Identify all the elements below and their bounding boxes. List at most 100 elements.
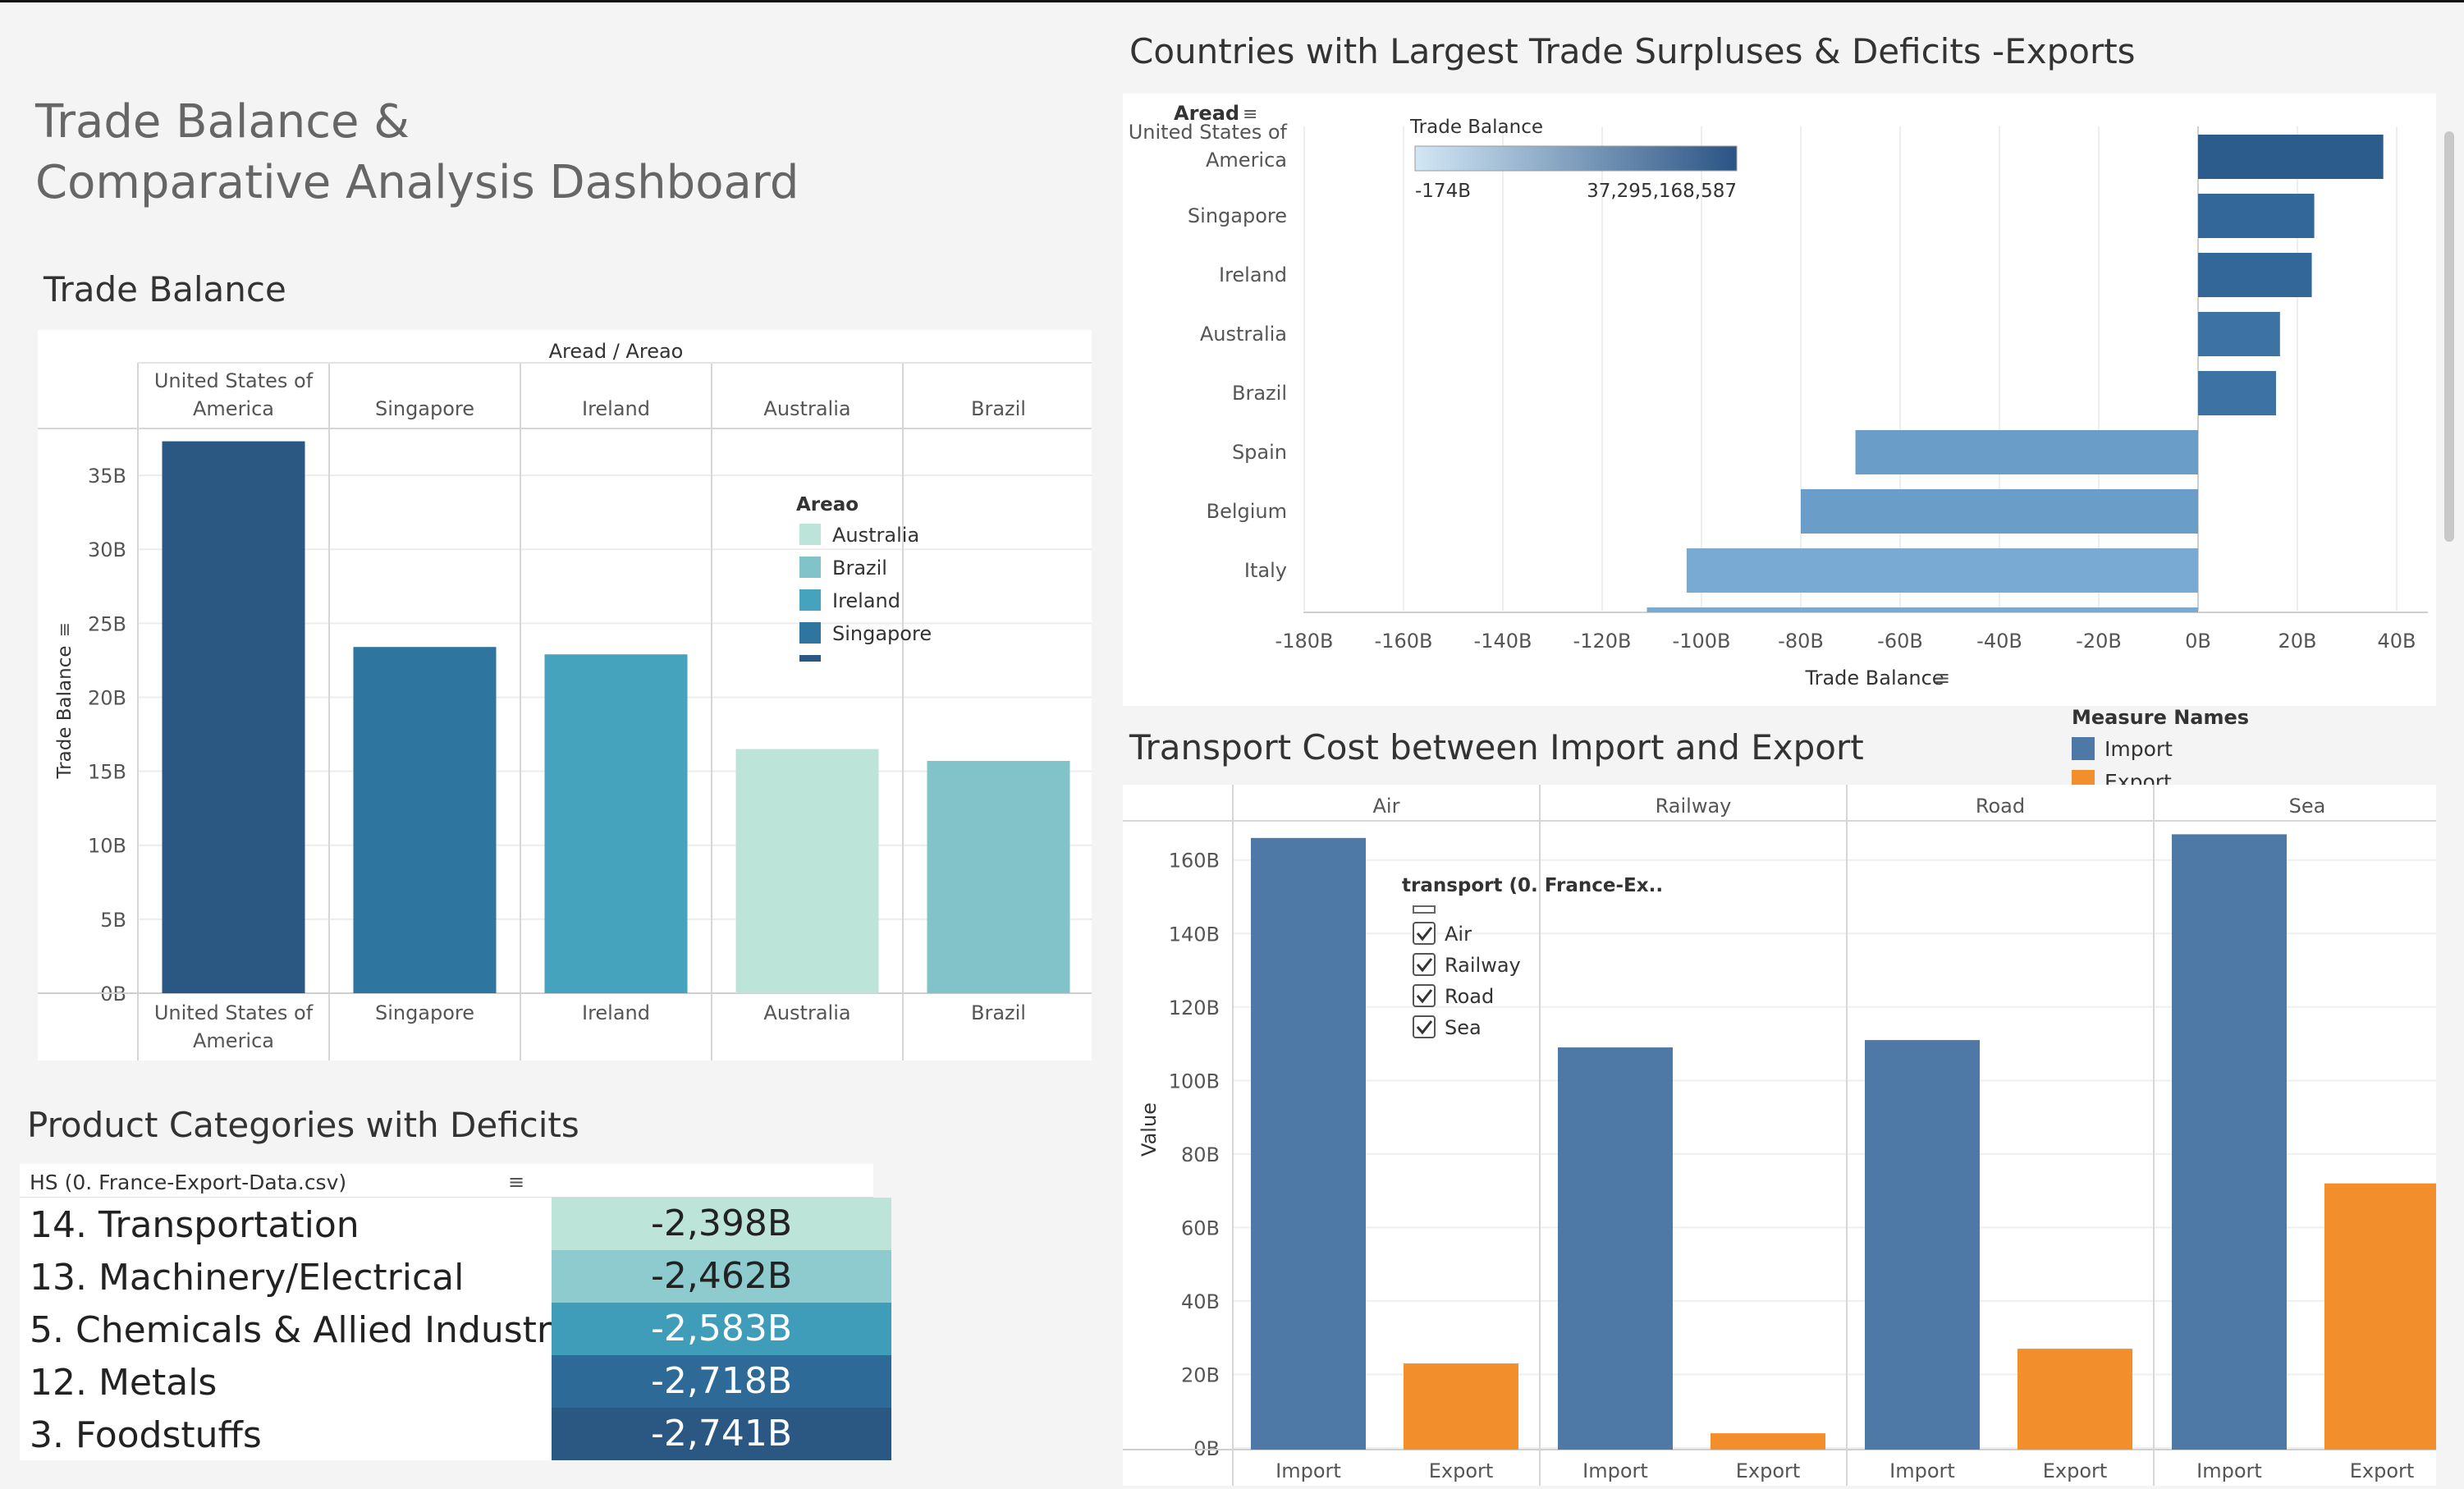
column-header-label: Railway [1656, 795, 1732, 818]
y-tick-label: 140B [1169, 923, 1220, 946]
column-header-label: Air [1373, 795, 1400, 818]
filter-option-label: Sea [1445, 1016, 1482, 1039]
bar-road-import [1865, 1040, 1980, 1450]
legend-swatch [799, 622, 821, 644]
transport-cost-panel: 0B 20B 40B 60B 80B 100B 120B 140B 160B Value Air Im… [1123, 785, 2462, 1486]
y-tick-label: 35B [88, 465, 126, 488]
bar-singapore [353, 647, 497, 993]
legend-title: Measure Names [2072, 706, 2249, 729]
column-header-label: Australia [763, 397, 850, 420]
bar-sea-import [2172, 834, 2287, 1450]
row-label: Brazil [1232, 382, 1287, 405]
scrollbar-thumb[interactable] [2444, 131, 2454, 542]
table-row: 14. Transportation -2,398B [20, 1198, 891, 1250]
bar-united-states-of-america [162, 441, 305, 993]
filter-checkbox[interactable] [1413, 1015, 1436, 1038]
hs-column-header: HS (0. France-Export-Data.csv) [30, 1171, 347, 1194]
legend-label: Brazil [832, 557, 887, 580]
column-header-label: Brazil [971, 397, 1026, 420]
bar-ireland [544, 654, 688, 993]
bars-group: United States of America Singapore Ireland A… [1129, 121, 2384, 612]
row-label: Belgium [1207, 500, 1287, 523]
transport-cost-chart: 0B20B40B60B80B100B120B140B160BValueAirIm… [1123, 785, 2462, 1486]
x-tick-label: Australia [763, 1001, 850, 1024]
row-label: United States of [1129, 121, 1288, 144]
x-tick-label: 40B [2377, 630, 2416, 653]
bar-road-export [2017, 1349, 2132, 1450]
row-label: Singapore [1188, 204, 1287, 227]
y-tick-label: 160B [1169, 850, 1220, 873]
x-tick-label: Import [1889, 1459, 1955, 1482]
table-row: 12. Metals -2,718B [20, 1355, 891, 1408]
x-tick-label: America [193, 1029, 274, 1052]
y-tick-label: 25B [88, 612, 126, 635]
surplus-deficit-chart: -180B -160B -140B -120B -100B -80B -60B -40B -20… [1129, 102, 2428, 690]
bar-railway-export [1711, 1433, 1825, 1450]
y-tick-label: 40B [1181, 1290, 1220, 1313]
legend-swatch [799, 589, 821, 611]
column-header-label: United States of [154, 369, 314, 392]
legend-swatch-clipped [799, 655, 821, 662]
hs-category-label: 3. Foodstuffs [30, 1414, 262, 1456]
row-label: Ireland [1219, 263, 1287, 286]
legend-label: Import [2104, 737, 2173, 761]
column-header-label: Sea [2289, 795, 2326, 818]
bar-spain [1855, 430, 2198, 474]
row-label: Italy [1244, 559, 1287, 582]
x-tick-label: 20B [2278, 630, 2316, 653]
trade-balance-panel: 0B 5B 10B 15B 20B 25B 30B 35B Aread / Areao Trade… [38, 330, 1095, 1061]
bar-united-states-of-america [2198, 135, 2384, 179]
filter-option-label: Railway [1445, 954, 1521, 977]
hs-category-label: 5. Chemicals & Allied Industries [30, 1309, 603, 1351]
y-tick-label: 120B [1169, 996, 1220, 1019]
hs-value-cell: -2,462B [552, 1250, 891, 1303]
x-tick-label: -100B [1673, 630, 1731, 653]
table-row: 13. Machinery/Electrical -2,462B [20, 1250, 891, 1303]
table-row: 3. Foodstuffs -2,741B [20, 1408, 891, 1460]
sort-icon: ≡ [1934, 667, 1950, 690]
filter-checkbox[interactable] [1413, 953, 1436, 976]
legend-swatch [2072, 737, 2095, 760]
filter-option-label: Air [1445, 923, 1472, 946]
bar-singapore [2198, 194, 2315, 238]
legend-title: Areao [796, 494, 859, 515]
filter-checkbox[interactable] [1413, 922, 1436, 945]
bar-italy [1686, 548, 2198, 593]
x-tick-label: Export [2043, 1459, 2108, 1482]
trade-balance-title: Trade Balance [44, 269, 286, 309]
filter-option-label: Road [1445, 985, 1494, 1008]
bar-sea-export [2324, 1183, 2439, 1450]
bar-australia [2198, 312, 2280, 356]
column-header-label: Ireland [582, 397, 650, 420]
bar-brazil [927, 760, 1070, 993]
hs-value-cell: -2,718B [552, 1355, 891, 1408]
filter-checkbox[interactable] [1413, 984, 1436, 1007]
bar-air-import [1251, 837, 1366, 1450]
y-tick-label: 5B [100, 909, 126, 932]
x-tick-label: Import [2196, 1459, 2262, 1482]
column-header-label: Singapore [375, 397, 474, 420]
y-axis-label: Value [1138, 1102, 1161, 1157]
x-tick-label: -80B [1778, 630, 1824, 653]
y-tick-label: 15B [88, 761, 126, 784]
legend-label: Ireland [832, 589, 900, 612]
legend-label: Singapore [832, 622, 932, 645]
bar-belgium [1801, 489, 2198, 534]
x-tick-label: Export [2350, 1459, 2415, 1482]
x-tick-label: Export [1736, 1459, 1801, 1482]
table-header: HS (0. France-Export-Data.csv) ≡ [20, 1164, 873, 1198]
dashboard-title-line-1: Trade Balance & [35, 95, 410, 149]
x-tick-label: -40B [1976, 630, 2022, 653]
legend-label: Australia [832, 524, 919, 547]
legend-swatch [799, 557, 821, 578]
column-header-title: Aread / Areao [549, 340, 684, 363]
color-legend-ramp [1414, 145, 1738, 172]
sort-icon[interactable]: ≡ [508, 1171, 524, 1193]
filter-checkbox-clipped [1413, 905, 1436, 914]
surplus-deficit-panel: -180B -160B -140B -120B -100B -80B -60B -40B -20… [1123, 94, 2436, 706]
hs-category-label: 14. Transportation [30, 1204, 360, 1246]
x-tick-label: United States of [154, 1001, 314, 1024]
y-tick-label: 20B [1181, 1363, 1220, 1386]
sort-icon: ≡ [54, 622, 75, 637]
dashboard-title: Trade Balance & Comparative Analysis Das… [35, 92, 1061, 213]
